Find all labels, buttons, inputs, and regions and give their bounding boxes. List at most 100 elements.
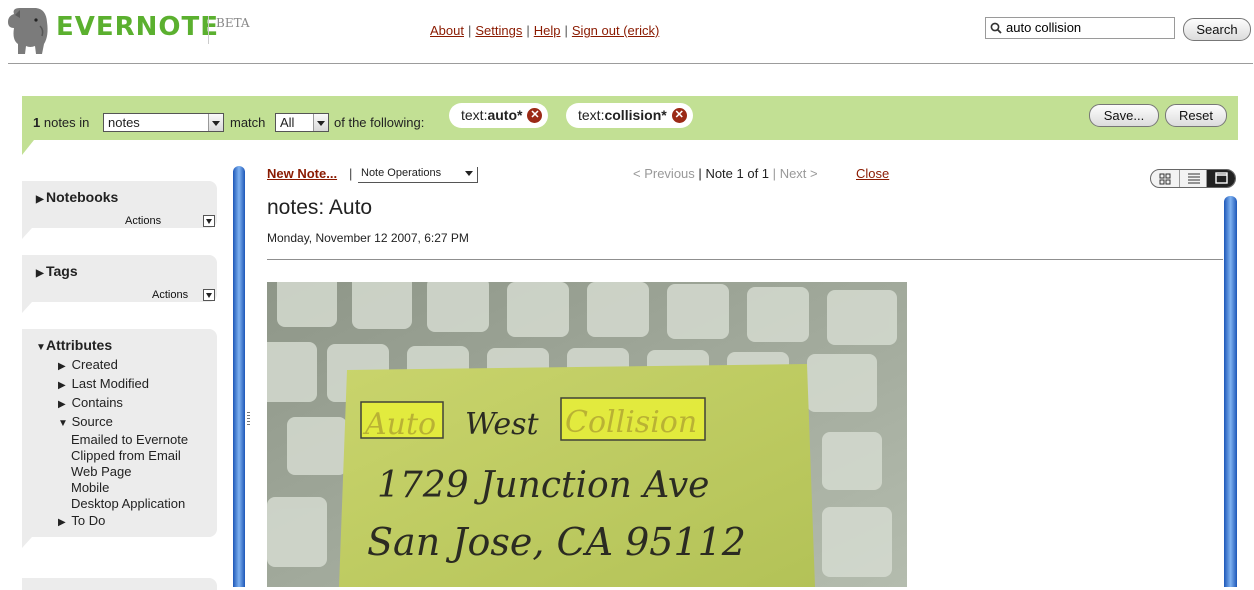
expand-triangle-icon: ▶: [36, 194, 44, 205]
photo-text-west: West: [465, 407, 540, 442]
previous-link[interactable]: < Previous: [633, 166, 695, 181]
chip-prefix: text:: [461, 107, 488, 123]
evernote-elephant-logo-icon: [8, 8, 48, 54]
notebooks-toggle[interactable]: ▶ Notebooks: [36, 189, 118, 205]
save-search-button[interactable]: Save...: [1089, 104, 1159, 127]
photo-text-city: San Jose, CA 95112: [367, 520, 746, 564]
note-list-scrollbar[interactable]: [233, 166, 245, 587]
reset-button[interactable]: Reset: [1165, 104, 1227, 127]
photo-text-street: 1729 Junction Ave: [377, 465, 710, 506]
panel-tab: [22, 228, 32, 239]
new-note-link[interactable]: New Note...: [267, 166, 337, 181]
search-button[interactable]: Search: [1183, 18, 1251, 41]
tags-panel: ▶ Tags Actions: [22, 255, 217, 302]
attributes-title: Attributes: [46, 337, 113, 353]
search-field[interactable]: [985, 17, 1175, 39]
help-link[interactable]: Help: [534, 23, 561, 38]
filter-bar-tab: [22, 140, 34, 155]
close-note-link[interactable]: Close: [856, 166, 889, 181]
single-page-icon: [1215, 172, 1228, 184]
attribute-last-modified[interactable]: ▶ Last Modified: [58, 376, 149, 391]
expand-triangle-icon: ▶: [36, 268, 44, 279]
logo-divider: [208, 16, 209, 44]
header-divider: [8, 63, 1253, 64]
match-mode-select[interactable]: All: [275, 113, 329, 132]
link-separator: |: [564, 23, 568, 38]
note-pager: < Previous | Note 1 of 1 | Next >: [633, 166, 818, 181]
photo-text-collision: Collision: [565, 405, 697, 440]
toolbar-separator: |: [349, 166, 353, 181]
collapse-triangle-icon: ▼: [58, 418, 68, 429]
about-link[interactable]: About: [430, 23, 464, 38]
note-date: Monday, November 12 2007, 6:27 PM: [267, 231, 469, 245]
pager-separator: |: [772, 166, 777, 181]
note-header-divider: [267, 259, 1223, 260]
source-clipped-email[interactable]: Clipped from Email: [71, 448, 181, 463]
next-panel: [22, 578, 217, 590]
attribute-label: Source: [71, 414, 113, 429]
collapse-triangle-icon: ▼: [36, 342, 46, 353]
tags-actions-label: Actions: [152, 289, 189, 301]
chip-prefix: text:: [578, 107, 605, 123]
source-mobile[interactable]: Mobile: [71, 480, 109, 495]
match-mode-value: All: [280, 115, 295, 130]
grid-icon: [1159, 173, 1171, 185]
tags-title: Tags: [46, 263, 78, 279]
next-link[interactable]: Next >: [780, 166, 818, 181]
search-input[interactable]: [1006, 20, 1171, 35]
chevron-down-icon: [208, 114, 223, 131]
attribute-label: To Do: [71, 513, 106, 528]
notes-in-label: notes in: [43, 115, 90, 130]
attribute-to-do[interactable]: ▶ To Do: [58, 513, 105, 528]
attributes-toggle[interactable]: ▼Attributes: [36, 337, 112, 353]
note-count: 1: [33, 115, 41, 130]
pager-separator: |: [698, 166, 702, 181]
pane-resize-handle[interactable]: [247, 412, 250, 426]
attribute-label: Last Modified: [71, 376, 149, 391]
attribute-source[interactable]: ▼ Source: [58, 414, 113, 429]
notebooks-title: Notebooks: [46, 189, 119, 205]
filter-chip-collision: text:collision* ✕: [566, 103, 693, 128]
sign-out-link[interactable]: Sign out (erick): [572, 23, 659, 38]
list-icon: [1188, 173, 1200, 184]
note-operations-select[interactable]: Note Operations: [358, 167, 478, 183]
remove-chip-icon[interactable]: ✕: [671, 108, 687, 123]
chevron-down-icon: [465, 171, 473, 176]
single-note-view-button[interactable]: [1207, 170, 1235, 187]
remove-chip-icon[interactable]: ✕: [527, 108, 543, 123]
list-view-button[interactable]: [1179, 170, 1207, 187]
source-web-page[interactable]: Web Page: [71, 464, 131, 479]
expand-triangle-icon: ▶: [58, 399, 66, 410]
notebooks-actions-dropdown[interactable]: [203, 215, 215, 227]
top-nav-links: About | Settings | Help | Sign out (erick): [430, 23, 659, 38]
attribute-label: Contains: [71, 395, 123, 410]
filter-chip-auto: text:auto* ✕: [449, 103, 549, 128]
settings-link[interactable]: Settings: [475, 23, 522, 38]
link-separator: |: [526, 23, 530, 38]
expand-triangle-icon: ▶: [58, 361, 66, 372]
following-label: of the following:: [334, 115, 425, 130]
chip-term: collision*: [604, 107, 667, 123]
attribute-contains[interactable]: ▶ Contains: [58, 395, 123, 410]
pager-position: Note 1 of 1: [705, 166, 770, 181]
note-operations-label: Note Operations: [361, 167, 442, 179]
view-mode-toggle: [1150, 169, 1236, 188]
attribute-label: Created: [71, 357, 118, 372]
expand-triangle-icon: ▶: [58, 517, 66, 528]
notebook-select[interactable]: notes: [103, 113, 224, 132]
match-sentence: 1 notes in: [33, 115, 89, 130]
notebooks-panel: ▶ Notebooks Actions: [22, 181, 217, 228]
notebooks-actions-label: Actions: [125, 215, 162, 227]
note-scrollbar[interactable]: [1224, 196, 1237, 587]
thumbnail-view-button[interactable]: [1151, 170, 1179, 187]
link-separator: |: [467, 23, 472, 38]
attribute-created[interactable]: ▶ Created: [58, 357, 118, 372]
tags-actions-dropdown[interactable]: [203, 289, 215, 301]
source-emailed[interactable]: Emailed to Evernote: [71, 432, 188, 447]
tags-toggle[interactable]: ▶ Tags: [36, 263, 78, 279]
expand-triangle-icon: ▶: [58, 380, 66, 391]
chevron-down-icon: [313, 114, 328, 131]
match-label: match: [230, 115, 266, 130]
photo-text-auto: Auto: [362, 407, 436, 442]
source-desktop-app[interactable]: Desktop Application: [71, 496, 185, 511]
